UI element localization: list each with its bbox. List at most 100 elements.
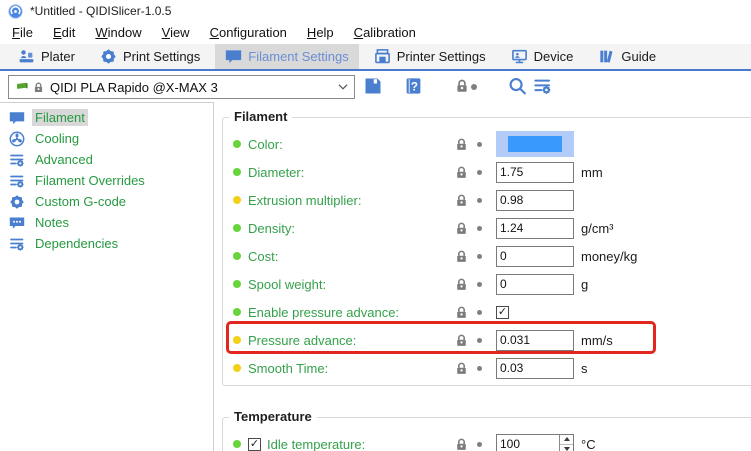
input-spool-weight[interactable]: 0 — [496, 274, 574, 295]
revert-dot-indicator[interactable] — [471, 84, 477, 90]
sidebar-item-label: Filament Overrides — [32, 172, 148, 189]
sidebar-item-advanced[interactable]: Advanced — [0, 149, 213, 170]
yellow-modified-dot — [233, 196, 241, 204]
lock-icon[interactable] — [455, 305, 468, 320]
revert-dot[interactable] — [477, 366, 482, 371]
filament-bubble-icon — [9, 110, 25, 126]
setting-label-smooth-time: Smooth Time: — [248, 361, 328, 376]
green-modified-dot — [233, 168, 241, 176]
tab-label: Guide — [621, 49, 656, 64]
menubar: FileEditWindowViewConfigurationHelpCalib… — [0, 22, 751, 44]
filament-flag-icon — [15, 80, 31, 94]
menu-edit[interactable]: Edit — [43, 22, 85, 44]
lock-icon[interactable] — [455, 249, 468, 264]
group-title: Filament — [229, 109, 292, 124]
revert-dot[interactable] — [477, 170, 482, 175]
yellow-modified-dot — [233, 364, 241, 372]
input-density[interactable]: 1.24 — [496, 218, 574, 239]
input-diameter[interactable]: 1.75 — [496, 162, 574, 183]
menu-file[interactable]: File — [2, 22, 43, 44]
input-smooth-time[interactable]: 0.03 — [496, 358, 574, 379]
spin-up-button[interactable] — [560, 435, 573, 445]
tab-device[interactable]: Device — [501, 44, 584, 69]
tab-print-settings[interactable]: Print Settings — [90, 44, 210, 69]
menu-view[interactable]: View — [152, 22, 200, 44]
yellow-modified-dot — [233, 336, 241, 344]
list-gear-icon — [9, 152, 25, 168]
green-modified-dot — [233, 140, 241, 148]
preset-combobox-value: QIDI PLA Rapido @X-MAX 3 — [50, 80, 334, 95]
help-button[interactable]: ? — [404, 76, 423, 96]
green-modified-dot — [233, 224, 241, 232]
plater-icon — [18, 48, 35, 65]
lock-toggle-button[interactable] — [455, 76, 469, 96]
spinner — [559, 435, 573, 451]
setting-row-cost: Cost:0money/kg — [223, 242, 751, 270]
window-title: *Untitled - QIDISlicer-1.0.5 — [30, 4, 171, 18]
menu-configuration[interactable]: Configuration — [200, 22, 297, 44]
enable-pressure-advance-checkbox[interactable]: ✓ — [496, 306, 509, 319]
green-modified-dot — [233, 280, 241, 288]
setting-label-density: Density: — [248, 221, 295, 236]
lock-icon[interactable] — [455, 361, 468, 376]
input-pressure-advance[interactable]: 0.031 — [496, 330, 574, 351]
lock-icon[interactable] — [455, 333, 468, 348]
sidebar-item-notes[interactable]: Notes — [0, 212, 213, 233]
tab-label: Plater — [41, 49, 75, 64]
lock-icon[interactable] — [455, 221, 468, 236]
unit-label: mm/s — [581, 333, 613, 348]
unit-label: g — [581, 277, 588, 292]
tab-guide[interactable]: Guide — [588, 44, 666, 69]
revert-dot[interactable] — [477, 282, 482, 287]
lock-icon — [33, 81, 44, 94]
tab-filament-settings[interactable]: Filament Settings — [215, 44, 358, 69]
search-settings-button[interactable] — [533, 76, 552, 96]
lock-icon[interactable] — [455, 137, 468, 152]
setting-row-color: Color: — [223, 130, 751, 158]
spin-down-button[interactable] — [560, 445, 573, 451]
qidislicer-window: *Untitled - QIDISlicer-1.0.5 FileEditWin… — [0, 0, 751, 451]
save-preset-button[interactable] — [363, 76, 383, 96]
sidebar-item-dependencies[interactable]: Dependencies — [0, 233, 213, 254]
input-idle-temperature[interactable]: 100 — [496, 434, 574, 451]
unit-label: mm — [581, 165, 603, 180]
setting-label-spool-weight: Spool weight: — [248, 277, 326, 292]
svg-text:?: ? — [411, 80, 418, 93]
groupbox-filament: FilamentColor:Diameter:1.75mmExtrusion m… — [222, 117, 751, 386]
label-wrap: Color: — [248, 137, 453, 152]
menu-calibration[interactable]: Calibration — [344, 22, 426, 44]
sidebar-item-filament-overrides[interactable]: Filament Overrides — [0, 170, 213, 191]
idle-temperature-checkbox[interactable]: ✓ — [248, 438, 261, 451]
group-title: Temperature — [229, 409, 317, 424]
lock-icon[interactable] — [455, 437, 468, 451]
toolbar: QIDI PLA Rapido @X-MAX 3 ? — [0, 71, 751, 102]
tab-label: Device — [534, 49, 574, 64]
list-gear-icon — [9, 236, 25, 252]
revert-dot[interactable] — [477, 338, 482, 343]
lock-icon[interactable] — [455, 277, 468, 292]
tab-plater[interactable]: Plater — [8, 44, 85, 69]
revert-dot[interactable] — [477, 226, 482, 231]
revert-dot[interactable] — [477, 442, 482, 447]
menu-help[interactable]: Help — [297, 22, 344, 44]
input-extrusion-multiplier[interactable]: 0.98 — [496, 190, 574, 211]
search-button[interactable] — [508, 76, 527, 96]
color-swatch-field[interactable] — [496, 131, 574, 157]
sidebar-item-cooling[interactable]: Cooling — [0, 128, 213, 149]
fan-icon — [9, 131, 25, 147]
revert-dot[interactable] — [477, 254, 482, 259]
sidebar-item-label: Filament — [32, 109, 88, 126]
lock-icon[interactable] — [455, 193, 468, 208]
sidebar-item-filament[interactable]: Filament — [0, 107, 213, 128]
revert-dot[interactable] — [477, 142, 482, 147]
revert-dot[interactable] — [477, 310, 482, 315]
menu-window[interactable]: Window — [85, 22, 151, 44]
guide-books-icon — [598, 48, 615, 65]
preset-combobox[interactable]: QIDI PLA Rapido @X-MAX 3 — [8, 75, 355, 99]
revert-dot[interactable] — [477, 198, 482, 203]
sidebar-item-custom-g-code[interactable]: Custom G-code — [0, 191, 213, 212]
label-wrap: Pressure advance: — [248, 333, 453, 348]
tab-printer-settings[interactable]: Printer Settings — [364, 44, 496, 69]
input-cost[interactable]: 0 — [496, 246, 574, 267]
lock-icon[interactable] — [455, 165, 468, 180]
